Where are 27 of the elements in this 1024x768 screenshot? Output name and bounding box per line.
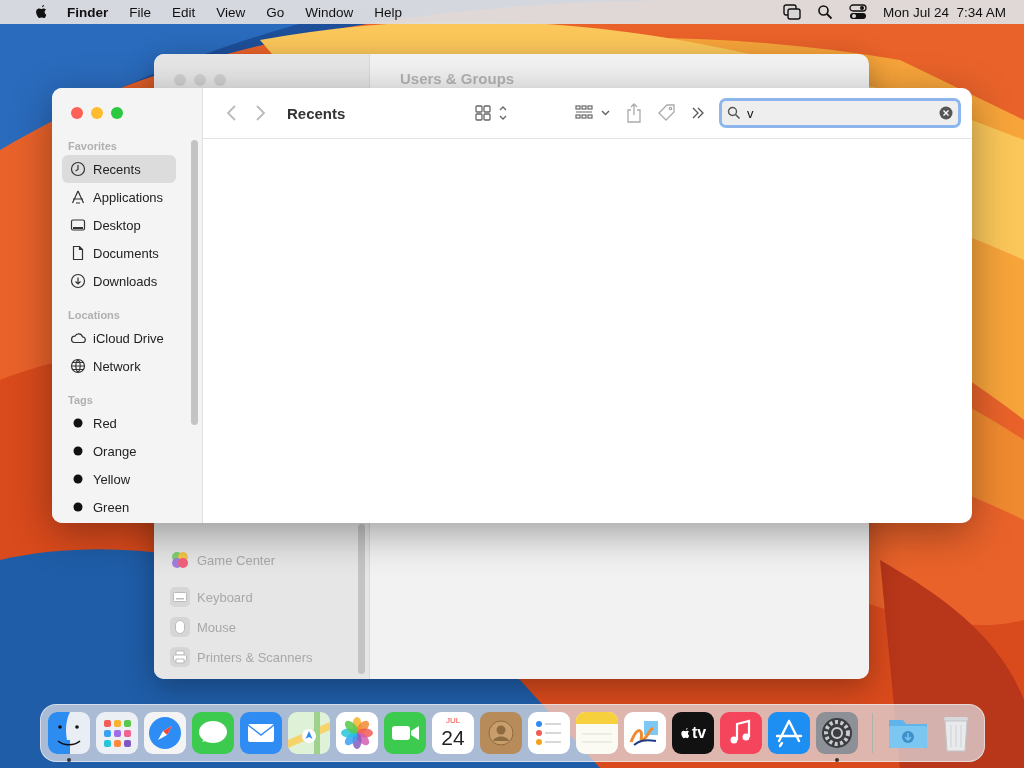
calendar-icon[interactable]: JUL 24 — [432, 712, 474, 754]
sidebar-item[interactable]: Yellow — [62, 465, 176, 493]
menu-item[interactable]: View — [216, 4, 246, 20]
window-title: Recents — [287, 104, 346, 122]
app-menu[interactable]: Finder — [67, 4, 109, 20]
sidebar-item[interactable]: Red — [62, 409, 176, 437]
sidebar-item[interactable]: Recents — [62, 155, 176, 183]
sidebar-item[interactable]: Green — [62, 493, 176, 521]
sidebar-item[interactable]: Orange — [62, 437, 176, 465]
search-field[interactable]: v — [719, 98, 961, 128]
sidebar-item[interactable]: Applications — [62, 183, 176, 211]
clock-text[interactable]: Mon Jul 24 7:34 AM — [882, 4, 1006, 20]
menu-item[interactable]: Window — [305, 4, 354, 20]
sidebar-item[interactable]: Network — [62, 352, 176, 380]
window-title: Users & Groups — [400, 70, 515, 87]
sidebar-item[interactable]: Documents — [62, 239, 176, 267]
section-heading: Favorites — [67, 140, 118, 152]
sidebar-item[interactable]: iCloud Drive — [62, 324, 176, 352]
menu-item[interactable]: File — [129, 4, 152, 20]
section-heading: Locations — [67, 309, 121, 321]
menu-item[interactable]: Edit — [172, 4, 196, 20]
section-heading: Tags — [67, 394, 94, 406]
menu-item[interactable]: Help — [374, 4, 403, 20]
sidebar-item[interactable]: Desktop — [62, 211, 176, 239]
sidebar-item[interactable]: Downloads — [62, 267, 176, 295]
menu-item[interactable]: Go — [266, 4, 285, 20]
tv-icon[interactable]: tv — [672, 712, 714, 754]
